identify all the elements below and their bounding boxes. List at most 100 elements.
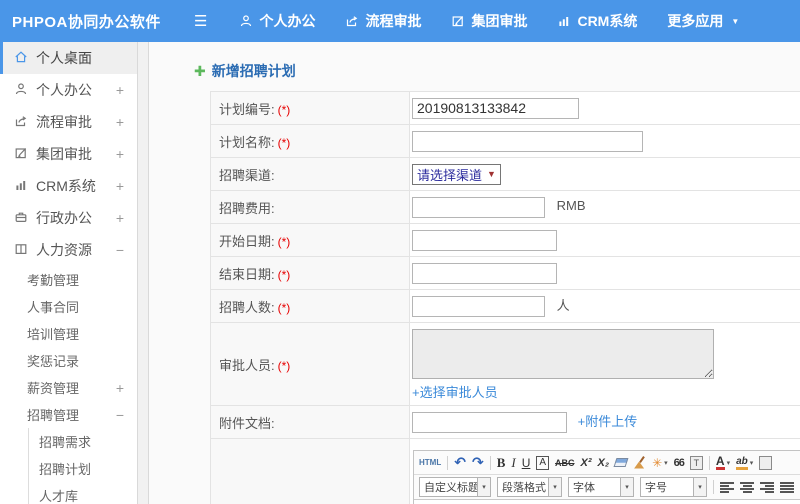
attachment-input[interactable]	[412, 412, 567, 434]
bold-button[interactable]: B	[497, 455, 506, 471]
form-row-plan-name: 计划名称: (*)	[210, 124, 800, 158]
required-mark: (*)	[277, 135, 291, 150]
expand-icon[interactable]: +	[116, 178, 124, 194]
sidebar-item-personal-office[interactable]: 个人办公 +	[0, 74, 137, 106]
sidebar-item-crm[interactable]: CRM系统 +	[0, 170, 137, 202]
field-label: 计划编号: (*)	[210, 91, 410, 125]
user-icon	[239, 14, 253, 28]
book-icon	[14, 242, 36, 259]
sidebar-item-recruit-plan[interactable]: 招聘计划	[29, 455, 137, 482]
page-title: ✚ 新增招聘计划	[194, 62, 296, 80]
sidebar-item-salary[interactable]: 薪资管理 +	[0, 374, 137, 401]
sidebar-item-attendance[interactable]: 考勤管理	[0, 266, 137, 293]
topnav-more-apps[interactable]: 更多应用 ▼	[667, 11, 739, 31]
recruit-plan-form: 计划编号:(*) 计划名称:(*) 招聘渠道:	[210, 91, 800, 504]
expand-icon[interactable]: +	[116, 82, 124, 98]
headcount-input[interactable]	[412, 296, 545, 318]
sidebar-item-group-approval[interactable]: 集团审批 +	[0, 138, 137, 170]
add-plus-icon: ✚	[194, 62, 206, 79]
rich-text-editor: HTML ↶ ↷ B I U A ABC X² X₂ ✳ ▾ 66 T A ▾ …	[413, 450, 800, 504]
redo-button[interactable]: ↷	[472, 454, 484, 471]
underline-button[interactable]: U	[522, 456, 531, 470]
plan-name-input[interactable]	[412, 130, 643, 152]
attachment-upload-link[interactable]: +附件上传	[578, 414, 638, 429]
caret-down-icon: ▾	[620, 478, 633, 496]
undo-button[interactable]: ↶	[454, 454, 466, 471]
plan-number-input[interactable]	[412, 97, 579, 119]
top-navigation: 个人办公 流程审批 集团审批 CRM系统 更多应用 ▼	[239, 11, 769, 31]
form-row-headcount: 招聘人数: (*) 人	[210, 289, 800, 323]
blockquote-button[interactable]: 66	[674, 457, 685, 469]
sidebar-item-workflow-approval[interactable]: 流程审批 +	[0, 106, 137, 138]
recruit-submenu: 招聘需求 招聘计划 人才库	[28, 428, 137, 504]
hamburger-icon[interactable]: ☰	[194, 12, 207, 30]
required-mark: (*)	[277, 300, 291, 315]
approver-textarea[interactable]	[412, 329, 714, 379]
topnav-crm[interactable]: CRM系统	[557, 11, 637, 31]
strikethrough-button[interactable]: ABC	[555, 458, 575, 468]
autotypeset-button[interactable]: A	[536, 455, 550, 470]
select-approver-link[interactable]: +选择审批人员	[412, 382, 498, 401]
editor-content-area[interactable]	[414, 500, 800, 504]
emotion-button[interactable]	[759, 455, 773, 470]
subscript-button[interactable]: X₂	[598, 457, 610, 469]
sidebar-item-training[interactable]: 培训管理	[0, 320, 137, 347]
sidebar-item-recruit-demand[interactable]: 招聘需求	[29, 428, 137, 455]
font-size-dropdown[interactable]: 字号 ▾	[640, 477, 707, 497]
fee-input[interactable]	[412, 196, 545, 218]
caret-down-icon: ▾	[548, 478, 561, 496]
sidebar-item-recruit-mgmt[interactable]: 招聘管理 −	[0, 401, 137, 428]
form-row-end-date: 结束日期: (*)	[210, 256, 800, 290]
topnav-personal-office[interactable]: 个人办公	[239, 11, 315, 31]
editor-toolbar-row2: 自定义标题 ▾ 段落格式 ▾ 字体 ▾ 字号 ▾	[414, 475, 800, 500]
sidebar-item-desktop[interactable]: 个人桌面	[0, 42, 137, 74]
custom-title-dropdown[interactable]: 自定义标题 ▾	[419, 477, 491, 497]
paste-text-button[interactable]: T	[689, 455, 703, 470]
expand-icon[interactable]: +	[116, 380, 124, 396]
caret-down-icon: ▾	[477, 478, 490, 496]
topnav-workflow-approval[interactable]: 流程审批	[345, 11, 421, 31]
topnav-group-approval[interactable]: 集团审批	[451, 11, 527, 31]
highlight-color-button[interactable]: ab ▾	[736, 456, 753, 470]
italic-button[interactable]: I	[511, 455, 515, 471]
channel-select[interactable]: 请选择渠道 ▼	[412, 163, 501, 185]
eraser-icon[interactable]	[613, 458, 629, 467]
align-center-icon[interactable]	[740, 481, 754, 493]
sidebar-item-rewards[interactable]: 奖惩记录	[0, 347, 137, 374]
main-content: ✚ 新增招聘计划 计划编号:(*) 计划名称:(*)	[149, 42, 800, 504]
end-date-input[interactable]	[412, 262, 557, 284]
expand-icon[interactable]: +	[116, 114, 124, 130]
field-label: 计划名称: (*)	[210, 124, 410, 158]
chart-icon	[14, 178, 36, 195]
editor-toolbar-row1: HTML ↶ ↷ B I U A ABC X² X₂ ✳ ▾ 66 T A ▾ …	[414, 451, 800, 475]
collapse-icon[interactable]: −	[116, 242, 124, 258]
collapse-icon[interactable]: −	[116, 407, 124, 423]
clear-format-broom-icon[interactable]	[633, 456, 646, 470]
home-icon	[14, 50, 36, 67]
align-right-icon[interactable]	[760, 481, 774, 493]
sidebar-item-hr-contract[interactable]: 人事合同	[0, 293, 137, 320]
superscript-button[interactable]: X²	[581, 457, 592, 469]
edit-icon	[451, 14, 465, 28]
align-left-icon[interactable]	[720, 481, 734, 493]
sidebar-item-admin-office[interactable]: 行政办公 +	[0, 202, 137, 234]
field-label-empty	[210, 438, 410, 504]
sidebar-item-talent-pool[interactable]: 人才库	[29, 482, 137, 504]
paragraph-format-dropdown[interactable]: 段落格式 ▾	[497, 477, 562, 497]
expand-icon[interactable]: +	[116, 210, 124, 226]
format-paint-button[interactable]: ✳ ▾	[652, 456, 668, 470]
caret-down-icon: ▾	[693, 478, 706, 496]
font-family-dropdown[interactable]: 字体 ▾	[568, 477, 634, 497]
html-source-button[interactable]: HTML	[419, 458, 441, 467]
person-unit: 人	[556, 297, 570, 313]
start-date-input[interactable]	[412, 229, 557, 251]
briefcase-icon	[14, 210, 36, 227]
caret-down-icon: ▾	[664, 459, 668, 467]
align-justify-icon[interactable]	[780, 481, 794, 493]
sidebar-item-hr[interactable]: 人力资源 −	[0, 234, 137, 266]
field-label: 招聘费用:	[210, 190, 410, 224]
expand-icon[interactable]: +	[116, 146, 124, 162]
sidebar-scrollbar[interactable]	[137, 42, 149, 504]
field-label: 开始日期: (*)	[210, 223, 410, 257]
font-color-button[interactable]: A ▾	[715, 455, 730, 470]
